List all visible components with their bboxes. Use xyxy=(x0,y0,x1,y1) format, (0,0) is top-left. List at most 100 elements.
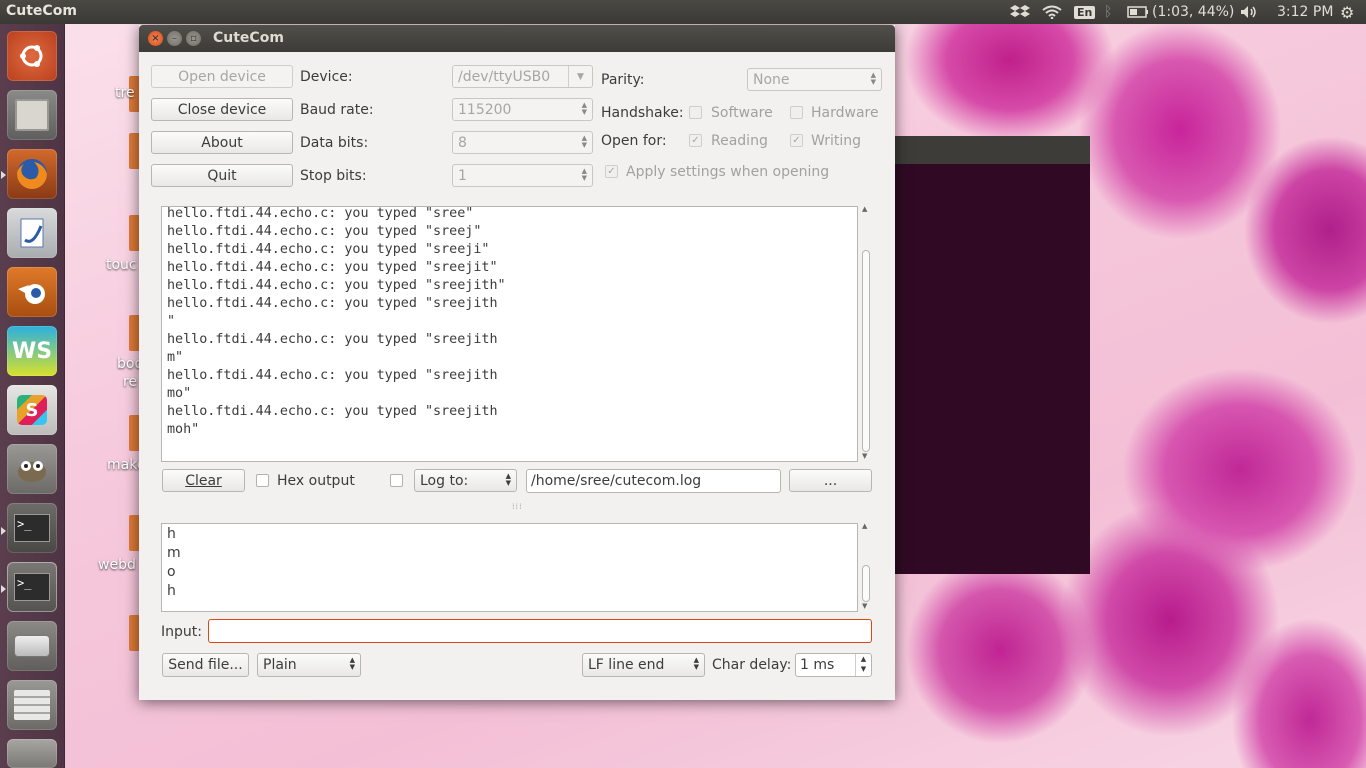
output-textarea[interactable]: hello.ftdi.44.echo.c: you typed "sree" he… xyxy=(161,206,858,462)
stop-bits-select[interactable]: 1 ▲ ▼ xyxy=(452,164,593,187)
handshake-label: Handshake: xyxy=(601,105,684,121)
firefox-icon[interactable] xyxy=(7,149,57,199)
close-window-button[interactable]: × xyxy=(148,31,163,46)
log-enable-checkbox[interactable] xyxy=(390,474,403,487)
send-mode-select[interactable]: Plain ▲ ▼ xyxy=(257,653,361,677)
slack-icon[interactable]: S xyxy=(7,385,57,435)
window-titlebar[interactable]: × – ▫ CuteCom xyxy=(139,25,895,52)
webstorm-icon[interactable]: WS xyxy=(7,326,57,376)
settings-gear-icon[interactable]: ⚙ xyxy=(1340,3,1354,22)
parity-select[interactable]: None ▲ ▼ xyxy=(747,68,882,91)
hardware-handshake-checkbox[interactable] xyxy=(790,106,803,119)
browse-log-button[interactable]: ... xyxy=(789,469,872,492)
dropdown-arrow-icon: ▼ xyxy=(568,66,592,87)
spin-arrows-icon[interactable]: ▲ ▼ xyxy=(855,654,871,676)
minimize-window-button[interactable]: – xyxy=(167,31,182,46)
log-path-field[interactable]: /home/sree/cutecom.log xyxy=(526,469,781,493)
history-item[interactable]: m xyxy=(167,544,181,563)
splitter-handle[interactable]: ⁞⁞⁞ xyxy=(512,502,523,511)
close-device-button[interactable]: Close device xyxy=(151,98,293,121)
open-device-button[interactable]: Open device xyxy=(151,65,293,88)
gimp-icon[interactable] xyxy=(7,444,57,494)
output-line: hello.ftdi.44.echo.c: you typed "sreejit… xyxy=(167,368,498,383)
output-line: hello.ftdi.44.echo.c: you typed "sreejit… xyxy=(167,296,498,311)
trash-icon[interactable] xyxy=(7,739,57,768)
reading-checkbox[interactable]: ✓ xyxy=(689,134,702,147)
ubuntu-dash-icon[interactable] xyxy=(7,31,57,81)
hex-output-checkbox[interactable] xyxy=(256,474,269,487)
spin-arrows-icon: ▲ ▼ xyxy=(581,101,587,116)
libreoffice-icon[interactable] xyxy=(7,208,57,258)
char-delay-spinbox[interactable]: 1 ms ▲ ▼ xyxy=(795,653,872,677)
history-scrollbar[interactable]: ▲ ▼ xyxy=(860,522,872,612)
log-mode-select[interactable]: Log to: ▲ ▼ xyxy=(414,469,517,492)
keyboard-layout-indicator[interactable]: En xyxy=(1074,3,1096,21)
software-label: Software xyxy=(711,105,773,121)
apply-settings-label: Apply settings when opening xyxy=(626,164,830,180)
top-panel: CuteCom En ᛒ (1:03, 44%) 3:12 PM ⚙ xyxy=(0,0,1366,24)
device-select[interactable]: /dev/ttyUSB0 ▼ xyxy=(452,65,593,88)
about-button[interactable]: About xyxy=(151,131,293,154)
input-field[interactable] xyxy=(208,619,872,643)
parity-value: None xyxy=(753,71,790,88)
drive-icon[interactable] xyxy=(7,621,57,671)
files-icon[interactable] xyxy=(7,90,57,140)
scrollbar-thumb[interactable] xyxy=(862,565,870,602)
stop-bits-label: Stop bits: xyxy=(300,168,367,184)
scroll-down-icon: ▼ xyxy=(862,452,868,460)
output-line: hello.ftdi.44.echo.c: you typed "sree" xyxy=(167,206,474,221)
clear-button[interactable]: Clear xyxy=(162,469,245,492)
log-to-label: Log to: xyxy=(420,472,469,489)
software-handshake-checkbox[interactable] xyxy=(689,106,702,119)
spin-arrows-icon: ▲ ▼ xyxy=(693,656,699,671)
blender-icon[interactable] xyxy=(7,267,57,317)
maximize-window-button[interactable]: ▫ xyxy=(186,31,201,46)
terminal-icon[interactable]: >_ xyxy=(7,503,57,553)
desktop-label: tre xyxy=(115,85,135,101)
history-item[interactable]: h xyxy=(167,525,181,544)
output-line: " xyxy=(167,314,176,329)
history-list[interactable]: hmoh xyxy=(161,523,858,612)
running-indicator xyxy=(1,171,6,179)
writing-checkbox[interactable]: ✓ xyxy=(790,134,803,147)
history-item[interactable]: h xyxy=(167,582,181,601)
terminal-icon[interactable]: >_ xyxy=(7,562,57,612)
baud-rate-select[interactable]: 115200 ▲ ▼ xyxy=(452,98,593,121)
bluetooth-icon[interactable]: ᛒ xyxy=(1104,3,1112,21)
spin-arrows-icon: ▲ ▼ xyxy=(349,656,355,671)
send-file-button[interactable]: Send file... xyxy=(162,653,249,677)
char-delay-label: Char delay: xyxy=(712,657,792,673)
line-end-select[interactable]: LF line end ▲ ▼ xyxy=(582,653,705,677)
workspace-icon[interactable] xyxy=(7,680,57,730)
output-line: mo" xyxy=(167,386,192,401)
maximize-icon: ▫ xyxy=(190,32,197,44)
data-bits-value: 8 xyxy=(458,134,467,151)
window-title: CuteCom xyxy=(213,30,284,46)
device-label: Device: xyxy=(300,69,353,85)
volume-icon[interactable] xyxy=(1240,3,1260,21)
scrollbar-thumb[interactable] xyxy=(862,250,870,452)
history-item[interactable]: o xyxy=(167,563,181,582)
launcher: WS S >_ >_ xyxy=(0,24,65,768)
background-terminal-window[interactable] xyxy=(893,136,1090,574)
line-end-value: LF line end xyxy=(588,657,665,673)
output-line: hello.ftdi.44.echo.c: you typed "sreeji" xyxy=(167,242,490,257)
wifi-icon[interactable] xyxy=(1042,3,1062,21)
battery-status: (1:03, 44%) xyxy=(1152,4,1235,20)
battery-indicator[interactable]: (1:03, 44%) xyxy=(1127,3,1234,21)
dropbox-icon[interactable] xyxy=(1010,3,1030,21)
apply-settings-checkbox[interactable]: ✓ xyxy=(605,165,618,178)
quit-button[interactable]: Quit xyxy=(151,164,293,187)
output-line: hello.ftdi.44.echo.c: you typed "sreejit… xyxy=(167,260,498,275)
output-line: hello.ftdi.44.echo.c: you typed "sreejit… xyxy=(167,332,498,347)
scroll-up-icon: ▲ xyxy=(862,205,868,213)
desktop-label: webd xyxy=(98,557,136,573)
data-bits-select[interactable]: 8 ▲ ▼ xyxy=(452,131,593,154)
data-bits-label: Data bits: xyxy=(300,135,369,151)
reading-label: Reading xyxy=(711,133,768,149)
open-for-label: Open for: xyxy=(601,133,667,149)
output-scrollbar[interactable]: ▲ ▼ xyxy=(860,205,872,462)
checkmark-icon: ✓ xyxy=(607,166,616,177)
clock[interactable]: 3:12 PM xyxy=(1277,3,1333,21)
running-indicator xyxy=(1,527,6,535)
